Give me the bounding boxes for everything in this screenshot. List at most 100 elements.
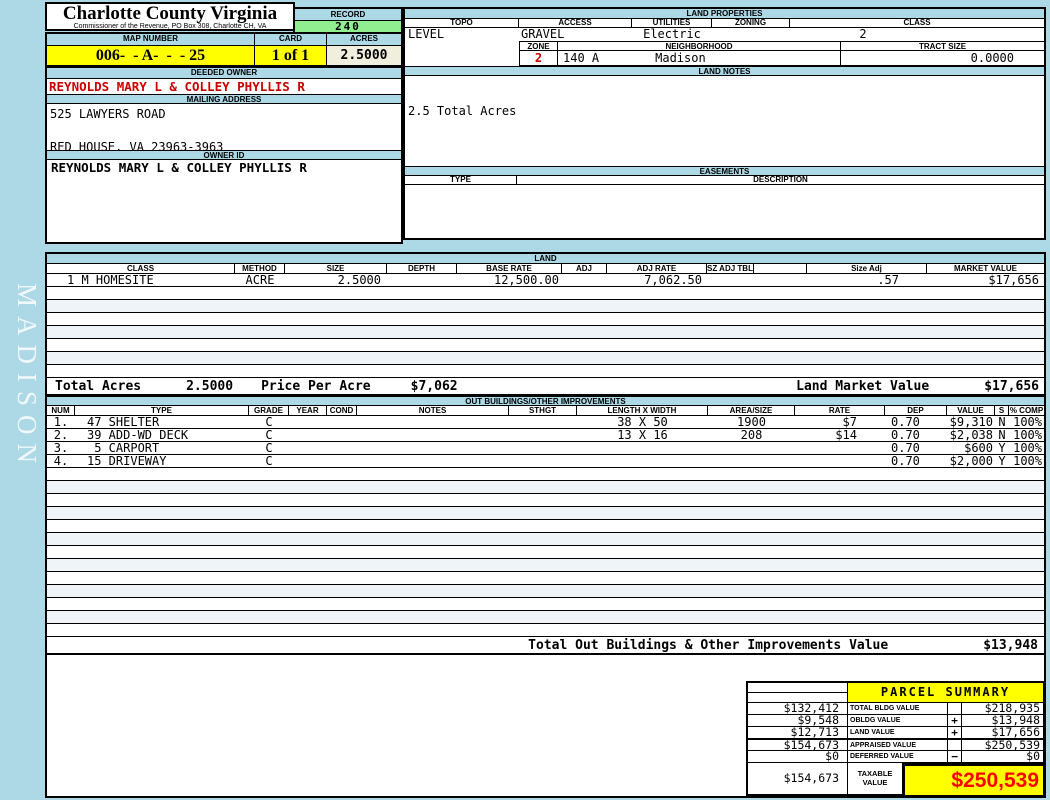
zone-label: ZONE	[519, 42, 557, 51]
summary-label: OBLDG VALUE	[848, 715, 948, 726]
ob-empty-row	[47, 520, 1044, 533]
col-header-utilities: UTILITIES	[632, 19, 712, 27]
ob-comp: 100%	[1013, 441, 1042, 455]
ob-empty-row	[47, 468, 1044, 481]
owner-panel: DEEDED OWNER REYNOLDS MARY L & COLLEY PH…	[45, 66, 403, 244]
summary-row-deferred: $0 DEFERRED VALUE − $0	[748, 750, 1043, 762]
zone-value: 2	[519, 51, 557, 65]
ob-num: 2.	[53, 428, 69, 442]
land-empty-row	[47, 365, 1044, 378]
summary-op: +	[948, 715, 962, 726]
summary-label: DEFERRED VALUE	[848, 751, 948, 762]
land-market-value: $17,656	[988, 273, 1039, 287]
summary-row-appraised: $154,673 APPRAISED VALUE $250,539	[748, 738, 1043, 751]
owner-id-value: REYNOLDS MARY L & COLLEY PHYLLIS R	[51, 160, 307, 175]
ob-dep: 0.70	[891, 441, 920, 455]
ob-num: 4.	[53, 454, 69, 468]
summary-left-value: $154,673	[748, 763, 848, 795]
ob-s: Y	[998, 454, 1006, 468]
col-header-type: TYPE	[405, 176, 517, 184]
ob-empty-row	[47, 611, 1044, 624]
summary-value: $0	[1026, 749, 1040, 763]
ob-total-value: $13,948	[983, 637, 1038, 653]
col-header-sz-adj-tbl: SZ ADJ TBL	[707, 264, 754, 273]
land-empty-row	[47, 300, 1044, 313]
zone-neighborhood-labels: ZONE NEIGHBORHOOD TRACT SIZE	[519, 41, 1044, 51]
mailing-address: 525 LAWYERS ROAD RED HOUSE, VA 23963-396…	[47, 104, 401, 154]
record-box: RECORD 240	[293, 7, 403, 35]
col-header-grade: GRADE	[249, 406, 289, 415]
land-method: ACRE	[245, 273, 275, 287]
ob-type: 47 SHELTER	[87, 415, 160, 429]
summary-row-land: $12,713 LAND VALUE + $17,656	[748, 726, 1043, 738]
ob-value: $2,038	[949, 428, 993, 442]
ob-grade: C	[265, 415, 273, 429]
col-header-cond: COND	[327, 406, 357, 415]
ob-comp: 100%	[1013, 454, 1042, 468]
summary-money-header	[748, 683, 848, 702]
neighborhood-label: NEIGHBORHOOD	[557, 42, 840, 51]
ob-length-width: 38 X 50	[617, 415, 668, 429]
summary-op	[948, 740, 962, 750]
col-header-adj: ADJ	[562, 264, 607, 273]
ob-empty-row	[47, 533, 1044, 546]
land-totals-row: Total Acres 2.5000 Price Per Acre $7,062…	[47, 378, 1044, 396]
county-header: Charlotte County Virginia Commissioner o…	[45, 2, 295, 31]
land-empty-row	[47, 287, 1044, 300]
col-header-size-adj: Size Adj	[807, 264, 927, 273]
col-header-topo: TOPO	[405, 19, 519, 27]
parcel-summary-title: PARCEL SUMMARY	[848, 683, 1043, 702]
col-header-description: DESCRIPTION	[753, 176, 808, 184]
ob-num: 3.	[53, 441, 69, 455]
ob-type: 5 CARPORT	[87, 441, 160, 455]
col-header-comp: % COMP	[1009, 406, 1044, 415]
land-notes-text: 2.5 Total Acres	[408, 104, 517, 118]
summary-left-value: $12,713	[748, 726, 848, 738]
summary-label: APPRAISED VALUE	[848, 740, 948, 750]
col-header-size: SIZE	[285, 264, 387, 273]
col-header-blank	[754, 264, 807, 273]
col-header-year: YEAR	[289, 406, 327, 415]
district-watermark: MADISON	[12, 283, 42, 473]
ob-empty-row	[47, 507, 1044, 520]
land-notes-section-label: LAND NOTES	[405, 66, 1044, 76]
address-line1: 525 LAWYERS ROAD	[50, 107, 166, 121]
summary-op: −	[948, 751, 962, 762]
acres-label: ACRES	[327, 34, 401, 46]
summary-value: $17,656	[991, 725, 1040, 739]
land-empty-row	[47, 352, 1044, 365]
col-header-adj-rate: ADJ RATE	[607, 264, 707, 273]
tract-size-value: 0.0000	[840, 51, 1044, 65]
neighborhood-code: 140 A	[563, 51, 600, 65]
acres-value: 2.5000	[327, 46, 401, 65]
map-card-acres-values: 006- - A- - - 25 1 of 1 2.5000	[47, 46, 401, 65]
col-header-num: NUM	[47, 406, 75, 415]
ob-type: 15 DRIVEWAY	[87, 454, 167, 468]
ob-s: N	[998, 428, 1006, 442]
col-header-access: ACCESS	[519, 19, 632, 27]
ob-grade: C	[265, 428, 273, 442]
taxable-value-amount: $250,539	[902, 763, 1043, 795]
land-base-rate: 12,500.00	[493, 273, 559, 287]
taxable-value-label: TAXABLE VALUE	[857, 769, 893, 787]
land-empty-row	[47, 339, 1044, 352]
land-table-row: 1 M HOMESITE ACRE 2.5000 12,500.00 7,062…	[47, 273, 1044, 287]
deeded-owner-value: REYNOLDS MARY L & COLLEY PHYLLIS R	[49, 79, 305, 94]
ob-dep: 0.70	[891, 428, 920, 442]
parcel-summary-header: PARCEL SUMMARY	[748, 683, 1043, 702]
land-properties-headers: TOPO ACCESS UTILITIES ZONING CLASS	[405, 19, 1044, 28]
col-header-method: METHOD	[235, 264, 285, 273]
parcel-summary-table: PARCEL SUMMARY $132,412 TOTAL BLDG VALUE…	[746, 681, 1045, 796]
col-header-class: CLASS	[47, 264, 235, 273]
ob-num: 1.	[53, 415, 69, 429]
county-subtitle: Commissioner of the Revenue, PO Box 308,…	[73, 23, 267, 30]
land-market-value-total: $17,656	[984, 378, 1039, 394]
easements-empty-area	[405, 185, 1044, 238]
land-and-improvements-panel: LAND CLASS METHOD SIZE DEPTH BASE RATE A…	[45, 252, 1046, 798]
mailing-address-label: MAILING ADDRESS	[47, 94, 401, 104]
map-card-acres-labels: MAP NUMBER CARD ACRES	[47, 34, 401, 46]
ob-value: $2,000	[949, 454, 993, 468]
tract-size-label: TRACT SIZE	[840, 42, 1044, 51]
ob-empty-row	[47, 585, 1044, 598]
land-empty-row	[47, 326, 1044, 339]
